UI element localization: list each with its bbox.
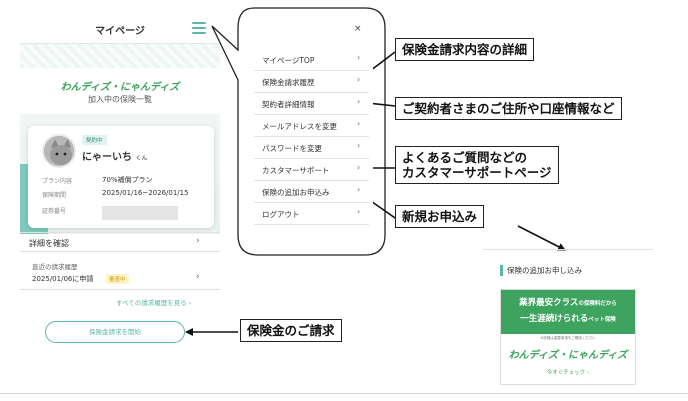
section-accent-bar (500, 265, 503, 276)
note-claim: 保険金のご請求 (240, 319, 342, 342)
ad-disclaimer: ※詳細は重要事項をご確認ください (540, 336, 596, 340)
menu-item-label: 保険の追加お申込み (262, 188, 330, 197)
menu-item-label: パスワードを変更 (262, 144, 322, 153)
menu-item-label: 保険金請求履歴 (262, 78, 315, 87)
chevron-right-icon: › (357, 185, 361, 194)
ad-headline-1-small: の保険料だから (578, 301, 617, 307)
menu-item-logout[interactable]: ログアウト › (254, 203, 369, 225)
note-support: よくあるご質問などの カスタマーサポートページ (395, 146, 559, 184)
chevron-right-icon: › (357, 207, 361, 216)
ad-headline-2: 一生涯続けられるペット保険 (501, 312, 635, 324)
ad-headline-1: 業界最安クラスの保険料だから (501, 296, 635, 308)
ad-headline-2-small: ペット保険 (588, 317, 616, 323)
menu-item-label: ログアウト (262, 210, 300, 219)
menu-item-customer-support[interactable]: カスタマーサポート › (254, 159, 369, 181)
arrow-right-panel (517, 225, 566, 251)
ad-headline-2-text: 一生涯続けられる (520, 314, 589, 324)
menu-item-label: メールアドレスを変更 (262, 122, 337, 131)
note-support-line1: よくあるご質問などの (402, 150, 528, 165)
chevron-right-icon: › (357, 141, 361, 150)
bottom-divider (0, 393, 688, 394)
ad-brand-logo: わんディズ・にゃんディズ (508, 350, 628, 361)
note-support-line2: カスタマーサポートページ (402, 165, 552, 180)
chevron-right-icon: › (357, 163, 361, 172)
chevron-right-icon: › (357, 75, 361, 84)
ad-headline-1-text: 業界最安クラス (519, 298, 579, 308)
menu-item-label: カスタマーサポート (262, 166, 330, 175)
ad-banner-top: 業界最安クラスの保険料だから 一生涯続けられるペット保険 (501, 290, 635, 334)
note-new-application: 新規お申込み (395, 205, 485, 228)
menu-item-change-email[interactable]: メールアドレスを変更 › (254, 115, 369, 137)
menu-item-label: マイページTOP (262, 56, 315, 65)
menu-item-claim-history[interactable]: 保険金請求履歴 › (254, 71, 369, 93)
close-icon[interactable]: × (354, 24, 362, 34)
ad-cta-link[interactable]: 今すぐチェック › (501, 368, 635, 376)
note-contractor: ご契約者さまのご住所や口座情報など (395, 97, 622, 120)
chevron-right-icon: › (357, 53, 361, 62)
menu-item-change-password[interactable]: パスワードを変更 › (254, 137, 369, 159)
chevron-right-icon: › (357, 97, 361, 106)
menu-item-mypage-top[interactable]: マイページTOP › (254, 49, 369, 71)
nav-menu: × マイページTOP › 保険金請求履歴 › 契約者詳細情報 › メールアドレス… (250, 20, 373, 244)
divider (483, 249, 653, 250)
chevron-right-icon: › (357, 119, 361, 128)
menu-item-add-insurance[interactable]: 保険の追加お申込み › (254, 181, 369, 203)
add-insurance-title: 保険の追加お申し込み (507, 266, 582, 275)
insurance-ad-banner[interactable]: 業界最安クラスの保険料だから 一生涯続けられるペット保険 ※詳細は重要事項をご確… (500, 289, 636, 385)
menu-item-contractor-details[interactable]: 契約者詳細情報 › (254, 93, 369, 115)
note-claim-detail: 保険金請求内容の詳細 (395, 38, 535, 61)
menu-item-label: 契約者詳細情報 (262, 100, 315, 109)
